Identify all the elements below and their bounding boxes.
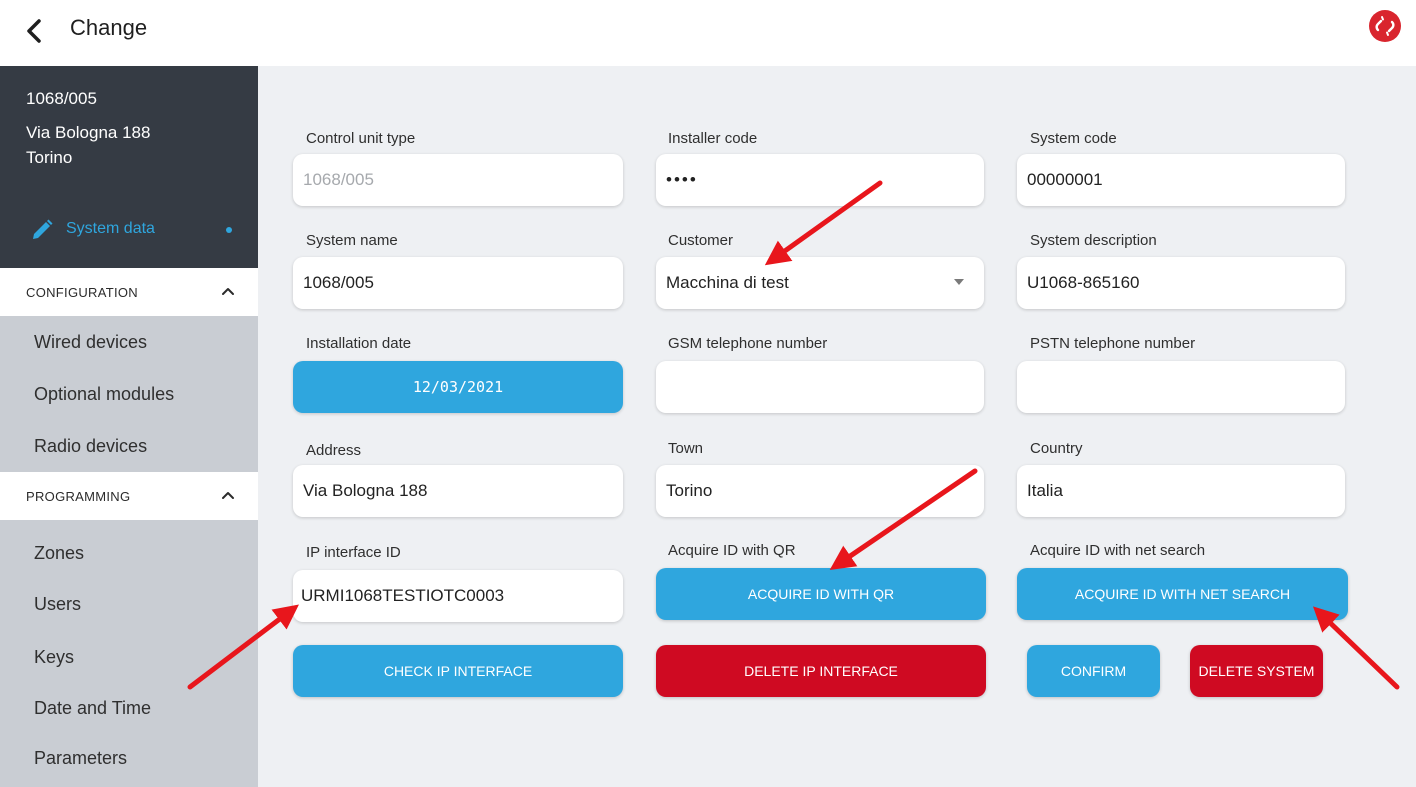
sidebar-item-label: Parameters xyxy=(34,748,128,768)
installer-code-label: Installer code xyxy=(668,130,758,147)
system-description-input[interactable] xyxy=(1017,257,1345,309)
sidebar-item-label: Users xyxy=(34,594,82,614)
acquire-net-label: Acquire ID with net search xyxy=(1030,542,1206,559)
sidebar-item-optional-modules[interactable]: Optional modules xyxy=(0,369,258,419)
country-input[interactable] xyxy=(1017,465,1345,517)
caret-down-icon xyxy=(954,279,964,285)
town-label: Town xyxy=(668,440,704,457)
sidebar-item-users[interactable]: Users xyxy=(0,579,258,629)
country-field[interactable] xyxy=(1017,465,1345,517)
section-label: CONFIGURATION xyxy=(26,285,138,300)
chevron-left-icon[interactable] xyxy=(22,16,46,46)
control-unit-type-label: Control unit type xyxy=(306,130,416,147)
address-field[interactable] xyxy=(293,465,623,517)
country-label: Country xyxy=(1030,440,1083,457)
top-bar: Change xyxy=(0,0,1416,66)
sidebar-item-label: Keys xyxy=(34,647,75,667)
customer-selected-value[interactable] xyxy=(656,257,984,309)
acquire-id-qr-button[interactable]: ACQUIRE ID WITH QR xyxy=(656,568,986,620)
section-configuration[interactable]: CONFIGURATION xyxy=(0,268,258,316)
sidebar-item-label: System data xyxy=(66,220,155,237)
gsm-number-input[interactable] xyxy=(656,361,984,413)
sidebar-item-date-and-time[interactable]: Date and Time xyxy=(0,683,258,733)
sidebar-item-wired-devices[interactable]: Wired devices xyxy=(0,317,258,367)
delete-system-button[interactable]: DELETE SYSTEM xyxy=(1190,645,1323,697)
delete-ip-interface-button[interactable]: DELETE IP INTERFACE xyxy=(656,645,986,697)
system-name-field[interactable] xyxy=(293,257,623,309)
ip-interface-id-label: IP interface ID xyxy=(306,544,401,561)
customer-label: Customer xyxy=(668,232,734,249)
page-title: Change xyxy=(70,15,148,40)
address-label: Address xyxy=(306,442,362,459)
broken-link-icon[interactable] xyxy=(1368,9,1402,43)
section-label: PROGRAMMING xyxy=(26,489,131,504)
control-unit-type-input xyxy=(293,154,623,206)
sidebar-item-label: Zones xyxy=(34,543,85,563)
acquire-qr-label: Acquire ID with QR xyxy=(668,542,796,559)
sidebar-item-keys[interactable]: Keys xyxy=(0,632,258,682)
system-code-field[interactable] xyxy=(1017,154,1345,206)
system-data-form: Control unit type Installer code System … xyxy=(258,66,1416,787)
section-programming[interactable]: PROGRAMMING xyxy=(0,472,258,520)
system-description-field[interactable] xyxy=(1017,257,1345,309)
sidebar-item-radio-devices[interactable]: Radio devices xyxy=(0,421,258,471)
ip-interface-id-field[interactable] xyxy=(293,570,623,622)
chevron-up-icon xyxy=(222,492,234,499)
ip-interface-id-input[interactable] xyxy=(293,570,623,622)
sidebar-item-label: Date and Time xyxy=(34,698,152,718)
sidebar-item-label: Radio devices xyxy=(34,436,148,456)
check-ip-interface-button[interactable]: CHECK IP INTERFACE xyxy=(293,645,623,697)
system-card-address: Via Bologna 188 xyxy=(26,123,151,142)
installation-date-label: Installation date xyxy=(306,335,412,352)
system-name-input[interactable] xyxy=(293,257,623,309)
sidebar-item-system-data[interactable]: System data xyxy=(0,206,258,252)
sidebar: 1068/005 Via Bologna 188 Torino System d… xyxy=(0,66,258,787)
pstn-number-input[interactable] xyxy=(1017,361,1345,413)
sidebar-item-zones[interactable]: Zones xyxy=(0,528,258,578)
pstn-number-field[interactable] xyxy=(1017,361,1345,413)
system-card-code: 1068/005 xyxy=(26,89,97,108)
system-code-input[interactable] xyxy=(1017,154,1345,206)
system-description-label: System description xyxy=(1030,232,1157,249)
system-code-label: System code xyxy=(1030,130,1117,147)
acquire-id-net-search-button[interactable]: ACQUIRE ID WITH NET SEARCH xyxy=(1017,568,1348,620)
system-name-label: System name xyxy=(306,232,398,249)
sidebar-item-parameters[interactable]: Parameters xyxy=(0,733,258,783)
town-field[interactable] xyxy=(656,465,984,517)
pencil-icon xyxy=(33,219,53,239)
active-indicator-dot xyxy=(226,227,232,233)
system-card: 1068/005 Via Bologna 188 Torino System d… xyxy=(0,66,258,268)
pstn-number-label: PSTN telephone number xyxy=(1030,335,1196,352)
system-card-town: Torino xyxy=(26,148,73,167)
installer-code-input[interactable] xyxy=(656,154,984,206)
gsm-number-field[interactable] xyxy=(656,361,984,413)
customer-select[interactable] xyxy=(656,257,984,309)
gsm-number-label: GSM telephone number xyxy=(668,335,828,352)
town-input[interactable] xyxy=(656,465,984,517)
confirm-button[interactable]: CONFIRM xyxy=(1027,645,1160,697)
address-input[interactable] xyxy=(293,465,623,517)
sidebar-item-label: Wired devices xyxy=(34,332,148,352)
chevron-up-icon xyxy=(222,288,234,295)
sidebar-item-label: Optional modules xyxy=(34,384,175,404)
installer-code-field[interactable] xyxy=(656,154,984,206)
installation-date-picker[interactable]: 12/03/2021 xyxy=(293,361,623,413)
control-unit-type-field xyxy=(293,154,623,206)
